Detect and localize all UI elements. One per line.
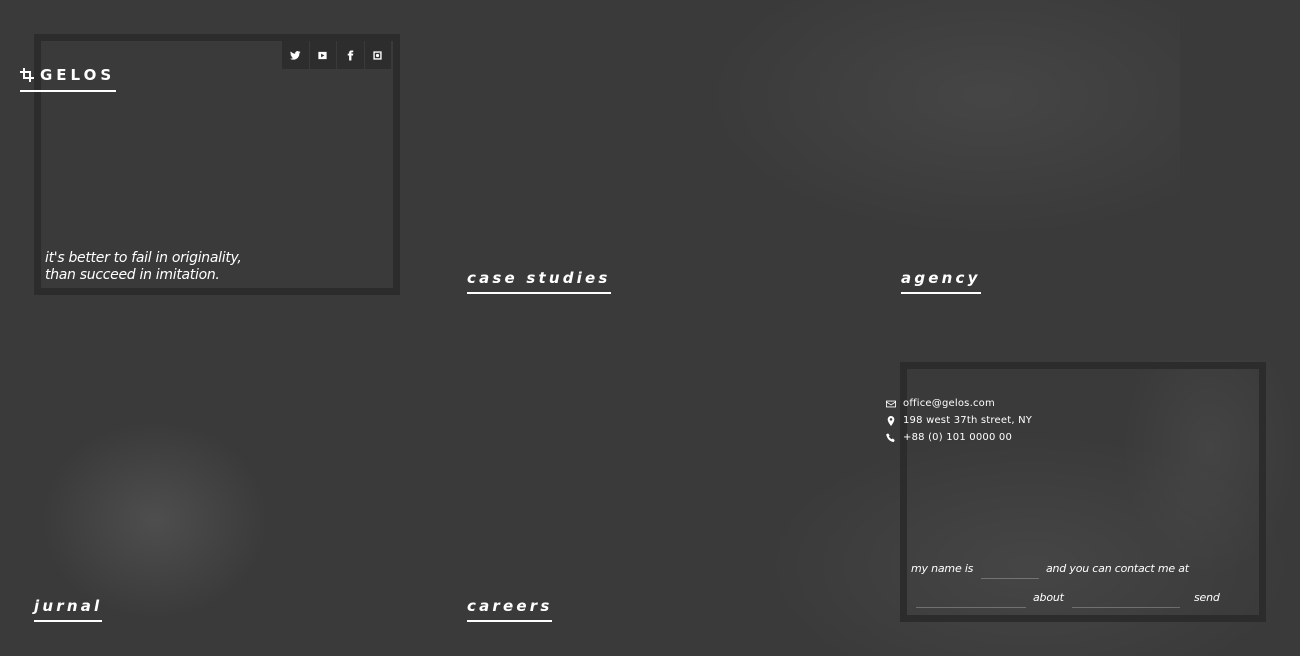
tagline-line-1: it's better to fail in originality,: [45, 250, 242, 266]
twitter-link[interactable]: [282, 41, 310, 69]
brand-name: GELOS: [40, 66, 116, 84]
about-field[interactable]: [1072, 591, 1180, 608]
address-text: 198 west 37th street, NY: [903, 415, 1033, 426]
hero-tagline: it's better to fail in originality, than…: [45, 250, 242, 284]
instagram-link[interactable]: [364, 41, 392, 69]
youtube-icon: [318, 51, 327, 59]
phone-icon: [886, 432, 895, 442]
email-text: office@gelos.com: [903, 398, 995, 409]
form-label-contact: and you can contact me at: [1046, 562, 1189, 575]
social-links: [282, 41, 392, 69]
name-field[interactable]: [981, 562, 1039, 579]
contact-field[interactable]: [916, 591, 1026, 608]
nav-case-studies[interactable]: case studies: [467, 269, 611, 294]
tagline-line-2: than succeed in imitation.: [45, 267, 220, 283]
contact-info: office@gelos.com 198 west 37th street, N…: [886, 395, 1032, 446]
phone-text: +88 (0) 101 0000 00: [903, 432, 1013, 443]
envelope-icon: [886, 400, 896, 407]
contact-input[interactable]: [916, 591, 1026, 607]
nav-careers[interactable]: careers: [467, 597, 553, 622]
youtube-link[interactable]: [309, 41, 337, 69]
map-pin-icon: [887, 415, 895, 426]
facebook-icon: [347, 49, 353, 61]
crop-icon: [20, 68, 34, 82]
form-label-about: about: [1033, 591, 1064, 604]
brand-logo[interactable]: GELOS: [20, 66, 116, 92]
name-input[interactable]: [981, 562, 1039, 578]
about-input[interactable]: [1072, 591, 1180, 607]
nav-jurnal[interactable]: jurnal: [34, 597, 103, 622]
background-photo-hands: [700, 0, 1180, 240]
contact-address: 198 west 37th street, NY: [886, 412, 1032, 429]
facebook-link[interactable]: [337, 41, 365, 69]
instagram-icon: [373, 50, 382, 60]
twitter-icon: [289, 50, 301, 60]
form-label-name: my name is: [911, 562, 974, 575]
contact-email[interactable]: office@gelos.com: [886, 395, 1032, 412]
background-photo-camera: [40, 420, 270, 620]
nav-agency[interactable]: agency: [901, 269, 981, 294]
send-button[interactable]: send: [1194, 591, 1220, 604]
contact-phone[interactable]: +88 (0) 101 0000 00: [886, 429, 1032, 446]
